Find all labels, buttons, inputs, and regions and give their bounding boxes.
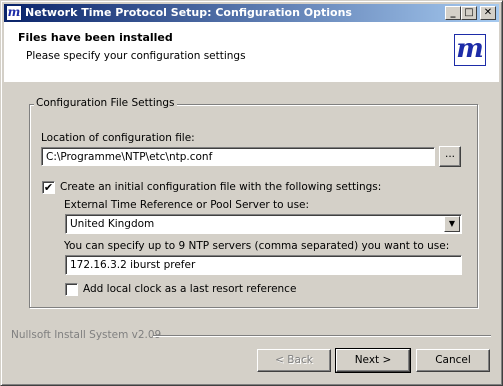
create-config-label[interactable]: Create an initial configuration file wit… — [60, 181, 381, 193]
server-select[interactable]: United Kingdom ▼ — [65, 214, 462, 234]
browse-button[interactable]: ... — [439, 146, 461, 167]
location-label: Location of configuration file: — [41, 132, 195, 144]
dropdown-arrow-icon[interactable]: ▼ — [444, 216, 460, 232]
back-button[interactable]: < Back — [257, 349, 331, 372]
installer-window: m Network Time Protocol Setup: Configura… — [0, 0, 503, 386]
server-label: External Time Reference or Pool Server t… — [64, 199, 310, 211]
footer-separator — [153, 335, 491, 337]
location-input[interactable]: C:\Programme\NTP\etc\ntp.conf — [41, 147, 435, 166]
installer-branding: Nullsoft Install System v2.09 — [11, 329, 162, 341]
local-clock-label[interactable]: Add local clock as a last resort referen… — [83, 283, 296, 295]
header-separator — [4, 81, 499, 82]
create-config-checkbox[interactable]: ✔ — [42, 181, 55, 194]
title-bar[interactable]: m Network Time Protocol Setup: Configura… — [4, 4, 499, 22]
ntp-servers-input[interactable]: 172.16.3.2 iburst prefer — [65, 255, 462, 275]
ntp-logo-icon: m — [454, 34, 486, 66]
header-title: Files have been installed — [18, 31, 173, 44]
next-button[interactable]: Next > — [335, 348, 411, 373]
servers-label: You can specify up to 9 NTP servers (com… — [64, 240, 450, 252]
server-select-value: United Kingdom — [70, 218, 155, 230]
minimize-button[interactable]: _ — [445, 6, 461, 20]
header-subtitle: Please specify your configuration settin… — [26, 50, 246, 62]
header-panel: Files have been installed Please specify… — [4, 22, 499, 82]
cancel-button[interactable]: Cancel — [416, 349, 490, 372]
maximize-button[interactable]: □ — [461, 6, 477, 20]
app-icon: m — [6, 5, 22, 21]
groupbox-title: Configuration File Settings — [34, 97, 177, 109]
window-title: Network Time Protocol Setup: Configurati… — [25, 6, 352, 19]
local-clock-checkbox[interactable] — [65, 283, 78, 296]
close-button[interactable]: ✕ — [480, 6, 496, 20]
